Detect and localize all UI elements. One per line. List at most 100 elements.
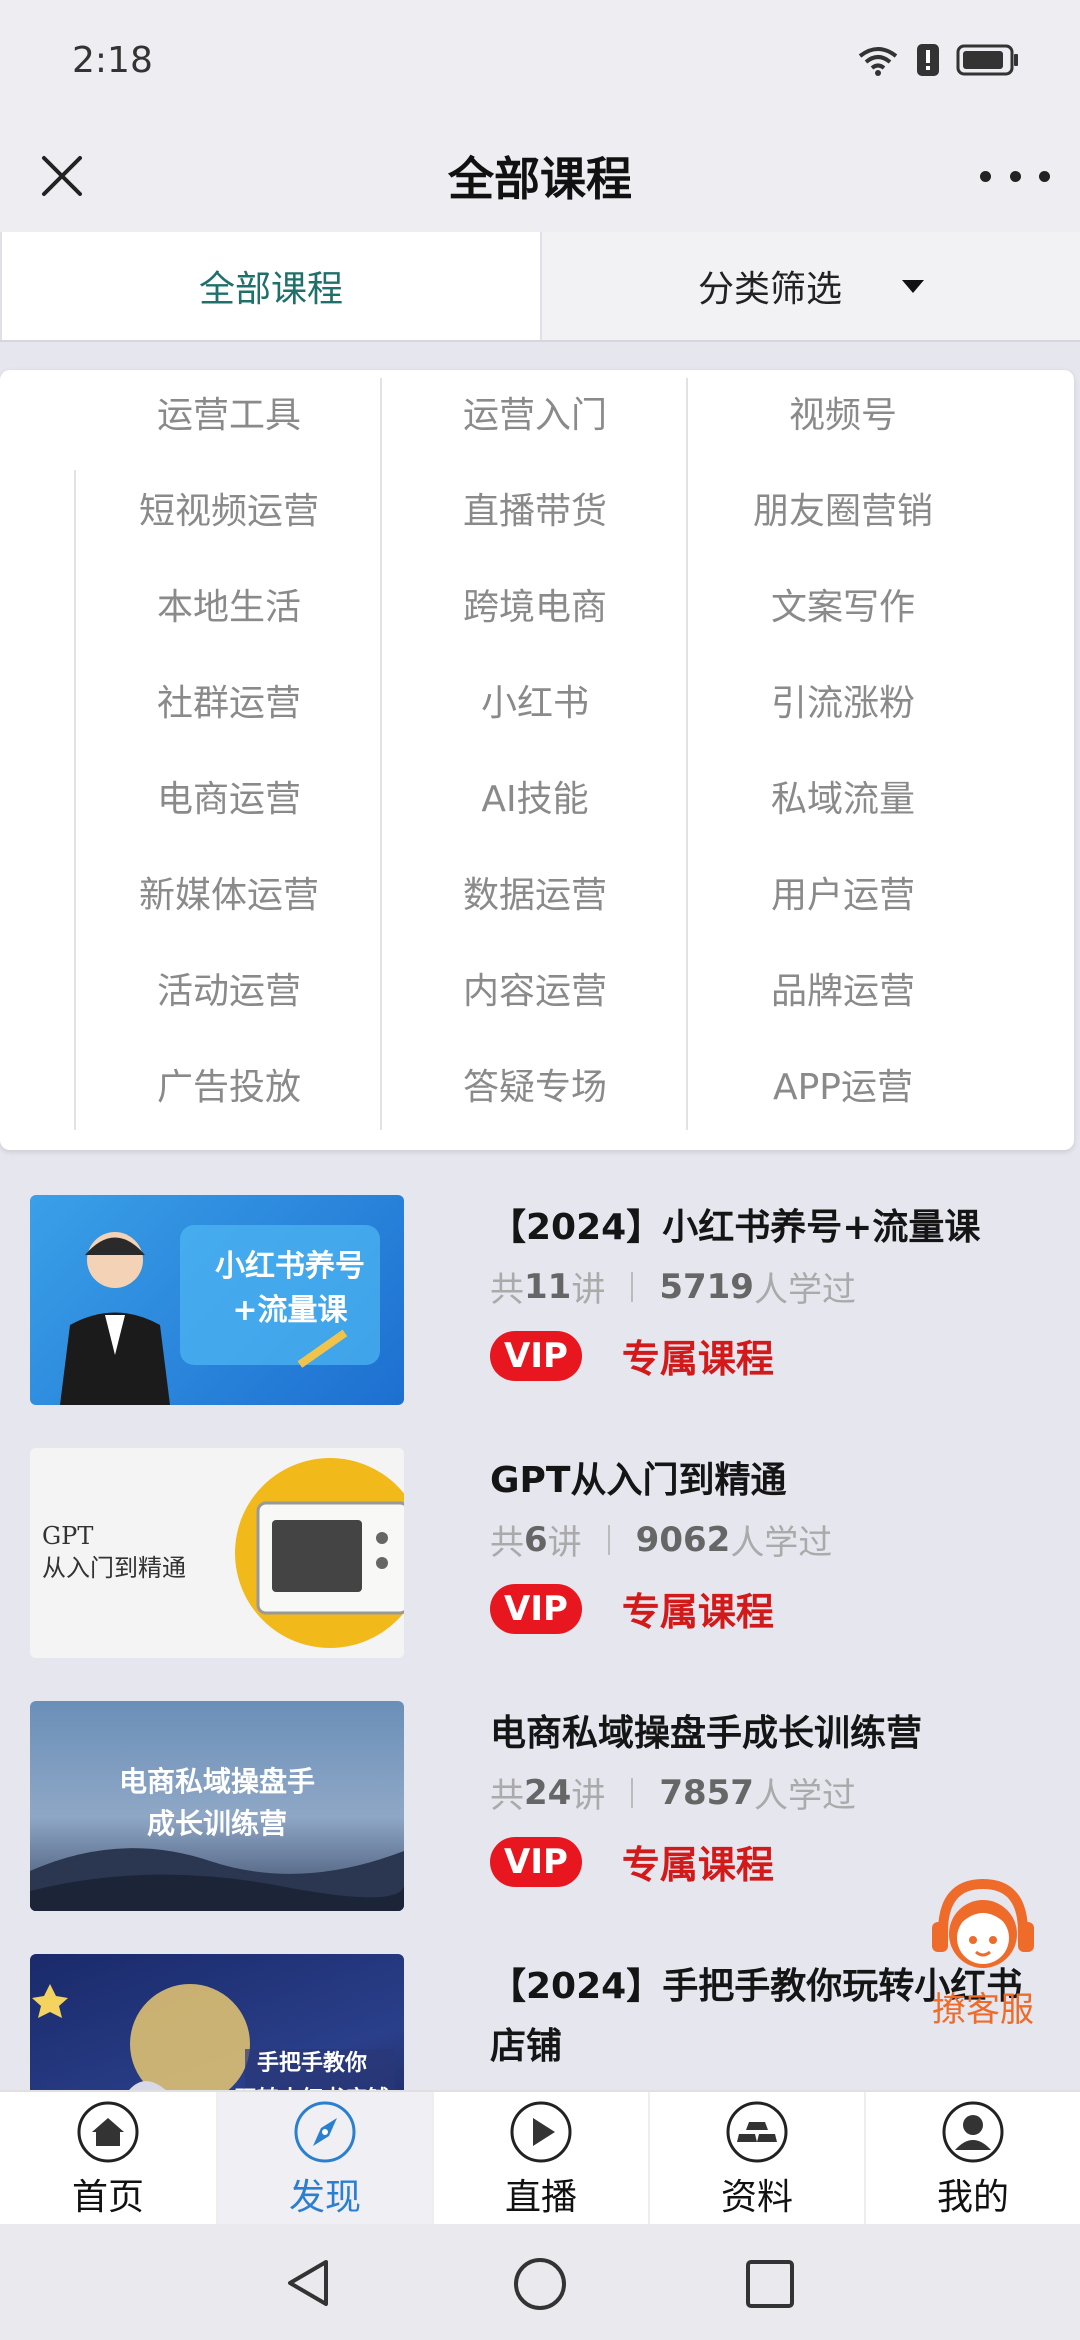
category-item[interactable]: APP运营 <box>690 1044 996 1124</box>
column-divider <box>74 470 76 1130</box>
category-item[interactable]: 短视频运营 <box>76 468 382 548</box>
compass-icon <box>294 2101 356 2163</box>
customer-service-label: 撩客服 <box>932 1990 1034 2030</box>
thumb-text: GPT <box>42 1522 94 1550</box>
nav-label: 资料 <box>720 2177 793 2218</box>
page-title: 全部课程 <box>448 152 632 206</box>
close-button[interactable] <box>32 146 92 206</box>
learners-suffix: 人学过 <box>753 1776 856 1816</box>
thumb-text: 电商私域操盘手 <box>118 1765 315 1798</box>
tab-all-courses-label: 全部课程 <box>198 269 343 310</box>
thumb-text: 玩转小红书店铺 <box>220 2082 404 2090</box>
thumb-text: 成长训练营 <box>146 1807 287 1840</box>
category-item[interactable]: 本地生活 <box>76 564 382 644</box>
category-item[interactable]: 活动运营 <box>76 948 382 1028</box>
learner-count: 7857 <box>659 1772 754 1813</box>
more-options-button[interactable] <box>980 146 1050 206</box>
vip-exclusive-label: 专属课程 <box>621 1590 774 1634</box>
status-bar: 2:18 <box>0 0 1080 120</box>
category-item[interactable]: 答疑专场 <box>382 1044 688 1124</box>
nav-item-me[interactable]: 我的 <box>864 2092 1080 2224</box>
close-icon <box>42 156 82 196</box>
tab-category-filter-label: 分类筛选 <box>697 269 842 310</box>
system-nav-bar <box>0 2224 1080 2340</box>
category-item[interactable]: AI技能 <box>382 756 688 836</box>
column-divider <box>380 378 382 1130</box>
nav-label: 发现 <box>288 2177 361 2218</box>
recent-apps-icon[interactable] <box>744 2258 796 2310</box>
category-item[interactable]: 文案写作 <box>690 564 996 644</box>
course-thumbnail: 手把手教你 玩转小红书店铺 <box>30 1954 404 2090</box>
meta-separator <box>607 1524 610 1555</box>
category-item[interactable]: 用户运营 <box>690 852 996 932</box>
home-circle-icon[interactable] <box>512 2256 568 2312</box>
learners-suffix: 人学过 <box>730 1523 833 1563</box>
category-item[interactable]: 私域流量 <box>690 756 996 836</box>
category-item[interactable]: 小红书 <box>382 660 688 740</box>
learner-count: 5719 <box>659 1266 754 1307</box>
nav-item-live[interactable]: 直播 <box>432 2092 648 2224</box>
category-item[interactable]: 视频号 <box>690 372 996 452</box>
vip-row: VIP 专属课程 <box>490 1581 774 1636</box>
title-bar: 全部课程 <box>0 120 1080 232</box>
course-thumbnail: 电商私域操盘手 成长训练营 <box>30 1701 404 1911</box>
category-item[interactable]: 运营入门 <box>382 372 688 452</box>
column-divider <box>686 378 688 1130</box>
tab-all-courses[interactable]: 全部课程 <box>2 232 540 340</box>
category-item[interactable]: 跨境电商 <box>382 564 688 644</box>
lessons-prefix: 共 <box>490 1270 524 1310</box>
more-dot-icon <box>980 170 991 182</box>
more-dot-icon <box>1009 170 1021 182</box>
thumb-text: 小红书养号 <box>215 1249 365 1284</box>
nav-label: 直播 <box>504 2177 577 2218</box>
category-item[interactable]: 品牌运营 <box>690 948 996 1028</box>
category-item[interactable]: 广告投放 <box>76 1044 382 1124</box>
category-item[interactable]: 内容运营 <box>382 948 688 1028</box>
more-dot-icon <box>1039 170 1050 182</box>
course-item[interactable]: GPT 从入门到精通 GPT从入门到精通 共6讲 9062 人学过 VIP 专属课… <box>0 1433 1080 1658</box>
thumb-text: +流量课 <box>232 1293 348 1328</box>
category-item[interactable]: 朋友圈营销 <box>690 468 996 548</box>
customer-service-button[interactable]: 撩客服 <box>918 1872 1048 2032</box>
course-title: 电商私域操盘手成长训练营 <box>490 1713 923 1754</box>
nav-item-discover[interactable]: 发现 <box>216 2092 432 2224</box>
course-tabs: 全部课程 分类筛选 <box>0 232 1080 342</box>
course-meta: 共6讲 9062 人学过 <box>490 1515 832 1564</box>
course-meta: 共 11 讲 5719 人学过 <box>490 1262 856 1311</box>
learners-suffix: 人学过 <box>753 1270 856 1310</box>
category-item[interactable]: 引流涨粉 <box>690 660 996 740</box>
course-title: 【2024】小红书养号+流量课 <box>490 1207 981 1248</box>
caret-down-icon <box>902 279 924 293</box>
category-dropdown: 运营工具 运营入门 视频号短视频运营 直播带货 朋友圈营销本地生活 跨境电商 文案写作社群运… <box>0 370 1074 1150</box>
back-icon[interactable] <box>282 2256 334 2310</box>
nav-label: 我的 <box>936 2177 1009 2218</box>
gold-bars-icon <box>726 2101 788 2163</box>
learner-count: 9062 <box>635 1519 731 1560</box>
tab-category-filter[interactable]: 分类筛选 <box>542 232 1080 340</box>
nav-item-materials[interactable]: 资料 <box>648 2092 864 2224</box>
lesson-count: 6 <box>524 1519 548 1560</box>
customer-service-icon <box>932 1878 1034 1968</box>
category-item[interactable]: 直播带货 <box>382 468 688 548</box>
category-item[interactable]: 新媒体运营 <box>76 852 382 932</box>
category-item[interactable]: 社群运营 <box>76 660 382 740</box>
nav-item-home[interactable]: 首页 <box>0 2092 216 2224</box>
lesson-count: 24 <box>524 1772 572 1813</box>
lessons-prefix: 共 <box>490 1523 524 1563</box>
category-item[interactable]: 运营工具 <box>76 372 382 452</box>
home-icon <box>77 2101 139 2163</box>
nav-label: 首页 <box>71 2177 144 2218</box>
battery-icon <box>956 44 1018 76</box>
vip-badge: VIP <box>490 1583 582 1634</box>
alert-icon <box>917 44 939 76</box>
course-meta: 共 24 讲 7857 人学过 <box>490 1768 856 1817</box>
course-item[interactable]: 小红书养号 +流量课 【2024】小红书养号+流量课 共 11 讲 5719 人学过 … <box>0 1180 1080 1405</box>
lessons-prefix: 共 <box>490 1776 524 1816</box>
lessons-suffix: 讲 <box>571 1270 606 1310</box>
meta-separator <box>631 1271 634 1302</box>
thumb-text: 从入门到精通 <box>42 1554 186 1582</box>
category-item[interactable]: 数据运营 <box>382 852 688 932</box>
lessons-suffix: 讲 <box>571 1776 606 1816</box>
category-item[interactable]: 电商运营 <box>76 756 382 836</box>
bottom-nav: 首页 发现 直播 资料 我的 <box>0 2090 1080 2224</box>
